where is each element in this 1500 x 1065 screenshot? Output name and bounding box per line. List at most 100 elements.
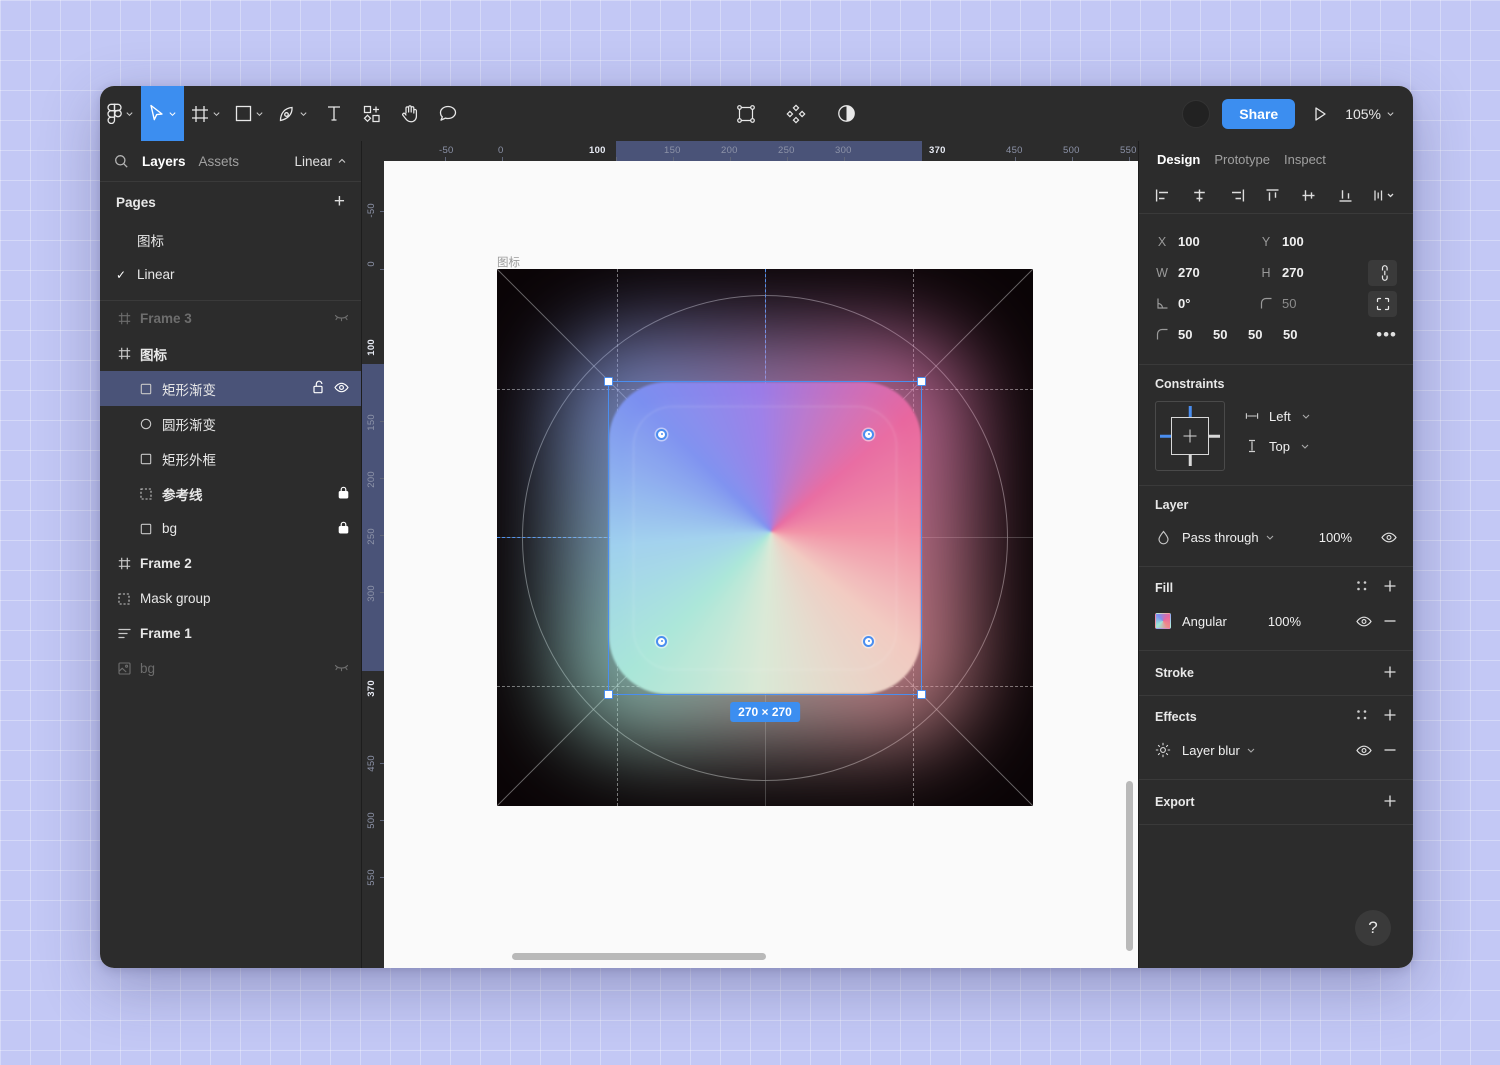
figma-menu-button[interactable] <box>100 86 141 141</box>
corner-radius-top-left[interactable]: 50 <box>1178 327 1213 342</box>
layer-row-juxing-jianbian[interactable]: 矩形渐变 <box>100 371 361 406</box>
blur-icon[interactable] <box>1155 742 1171 758</box>
fill-styles-button[interactable] <box>1356 580 1368 595</box>
horizontal-scrollbar[interactable] <box>512 953 766 960</box>
vertical-constraint-dropdown[interactable]: Top <box>1245 431 1311 461</box>
align-top-icon[interactable] <box>1264 188 1281 203</box>
horizontal-constraint-dropdown[interactable]: Left <box>1245 401 1311 431</box>
blend-mode-dropdown[interactable]: Pass through <box>1182 530 1275 545</box>
remove-fill-button[interactable] <box>1383 614 1397 628</box>
constraint-bar-bottom[interactable] <box>1188 454 1192 466</box>
align-bottom-icon[interactable] <box>1337 188 1354 203</box>
text-tool-button[interactable] <box>315 86 353 141</box>
rectangle-icon <box>138 381 154 397</box>
layer-row-yuanxing-jianbian[interactable]: 圆形渐变 <box>100 406 361 441</box>
page-dropdown[interactable]: Linear <box>294 154 347 169</box>
tab-inspect[interactable]: Inspect <box>1284 152 1326 167</box>
x-field[interactable]: X 100 <box>1155 234 1259 249</box>
fill-opacity-value[interactable]: 100% <box>1268 614 1301 629</box>
add-fill-button[interactable] <box>1383 579 1397 596</box>
contrast-button[interactable] <box>827 86 865 141</box>
constraints-widget[interactable] <box>1155 401 1225 471</box>
corner-radius-top-right[interactable]: 50 <box>1213 327 1248 342</box>
comment-tool-button[interactable] <box>429 86 467 141</box>
corner-radius-bottom-right[interactable]: 50 <box>1248 327 1283 342</box>
height-field[interactable]: H 270 <box>1259 265 1363 280</box>
unlock-icon[interactable] <box>313 380 325 397</box>
present-button[interactable] <box>1307 86 1333 141</box>
layer-row-frame-2[interactable]: Frame 2 <box>100 546 361 581</box>
export-section-header: Export <box>1155 792 1397 812</box>
lock-icon[interactable] <box>338 486 349 502</box>
link-aspect-ratio-button[interactable] <box>1368 259 1397 286</box>
independent-corners-button[interactable] <box>1368 290 1397 317</box>
search-icon[interactable] <box>114 154 129 169</box>
design-canvas[interactable]: 图标 270 × 270 <box>384 161 1138 968</box>
corner-radius-field[interactable]: 50 <box>1259 296 1363 311</box>
vertical-scrollbar[interactable] <box>1126 781 1133 951</box>
page-item-linear[interactable]: ✓ Linear <box>100 257 361 292</box>
add-effect-button[interactable] <box>1383 708 1397 725</box>
resources-tool-button[interactable] <box>353 86 391 141</box>
pen-tool-button[interactable] <box>271 86 315 141</box>
artboard-label[interactable]: 图标 <box>497 254 520 270</box>
remove-effect-button[interactable] <box>1383 743 1397 757</box>
chevron-down-icon <box>1302 414 1310 419</box>
more-options-button[interactable]: ••• <box>1376 326 1397 343</box>
gradient-icon-shape[interactable] <box>609 381 921 694</box>
tab-layers[interactable]: Layers <box>142 154 186 169</box>
eye-closed-icon[interactable] <box>334 661 349 676</box>
add-page-button[interactable]: + <box>334 191 345 213</box>
layer-row-mask-group[interactable]: Mask group <box>100 581 361 616</box>
corner-radius-bottom-left[interactable]: 50 <box>1283 327 1318 342</box>
share-button[interactable]: Share <box>1222 98 1296 129</box>
artboard[interactable]: 270 × 270 <box>497 269 1033 806</box>
layer-opacity-value[interactable]: 100% <box>1319 530 1352 545</box>
tab-prototype[interactable]: Prototype <box>1214 152 1270 167</box>
layer-row-frame-1[interactable]: Frame 1 <box>100 616 361 651</box>
fill-swatch[interactable] <box>1155 613 1171 629</box>
width-field[interactable]: W 270 <box>1155 265 1259 280</box>
align-left-icon[interactable] <box>1155 188 1172 203</box>
hand-tool-button[interactable] <box>391 86 429 141</box>
effect-type-dropdown[interactable]: Layer blur <box>1182 743 1256 758</box>
fill-visibility-toggle[interactable] <box>1356 616 1372 627</box>
vertical-ruler[interactable]: -50 0 100 150 200 250 300 370 450 500 55… <box>362 161 384 968</box>
layer-row-frame-3[interactable]: Frame 3 <box>100 301 361 336</box>
align-horizontal-center-icon[interactable] <box>1191 188 1208 203</box>
layer-row-bg-rect[interactable]: bg <box>100 511 361 546</box>
distribute-icon[interactable] <box>1373 188 1397 203</box>
rotation-field[interactable]: 0° <box>1155 296 1259 311</box>
eye-icon[interactable] <box>334 381 349 396</box>
layers-panel-tabs: Layers Assets Linear <box>100 141 361 182</box>
add-stroke-button[interactable] <box>1383 665 1397 682</box>
avatar[interactable] <box>1182 99 1211 128</box>
lock-icon[interactable] <box>338 521 349 537</box>
tab-design[interactable]: Design <box>1157 152 1200 167</box>
components-button[interactable] <box>777 86 815 141</box>
layer-row-cankaoxian[interactable]: 参考线 <box>100 476 361 511</box>
eye-closed-icon[interactable] <box>334 311 349 326</box>
page-item-tubiao[interactable]: 图标 <box>100 222 361 257</box>
shape-tool-button[interactable] <box>228 86 271 141</box>
layer-row-bg-image[interactable]: bg <box>100 651 361 686</box>
constraint-bar-right[interactable] <box>1208 434 1220 438</box>
plus-icon <box>1384 709 1396 721</box>
mask-button[interactable] <box>727 86 765 141</box>
layer-visibility-toggle[interactable] <box>1381 532 1397 543</box>
zoom-level-dropdown[interactable]: 105% <box>1345 106 1395 122</box>
add-export-button[interactable] <box>1383 794 1397 811</box>
y-field[interactable]: Y 100 <box>1259 234 1363 249</box>
tab-assets[interactable]: Assets <box>199 154 240 169</box>
layer-row-juxing-waikuang[interactable]: 矩形外框 <box>100 441 361 476</box>
align-vertical-center-icon[interactable] <box>1300 188 1317 203</box>
help-button[interactable]: ? <box>1355 910 1391 946</box>
frame-tool-button[interactable] <box>184 86 228 141</box>
align-right-icon[interactable] <box>1228 188 1245 203</box>
effects-styles-button[interactable] <box>1356 709 1368 724</box>
effect-visibility-toggle[interactable] <box>1356 745 1372 756</box>
move-tool-button[interactable] <box>141 86 184 141</box>
fill-type-label[interactable]: Angular <box>1182 614 1227 629</box>
layer-row-tubiao[interactable]: 图标 <box>100 336 361 371</box>
horizontal-ruler[interactable]: -50 0 100 150 200 250 300 370 450 500 55… <box>384 141 1138 161</box>
